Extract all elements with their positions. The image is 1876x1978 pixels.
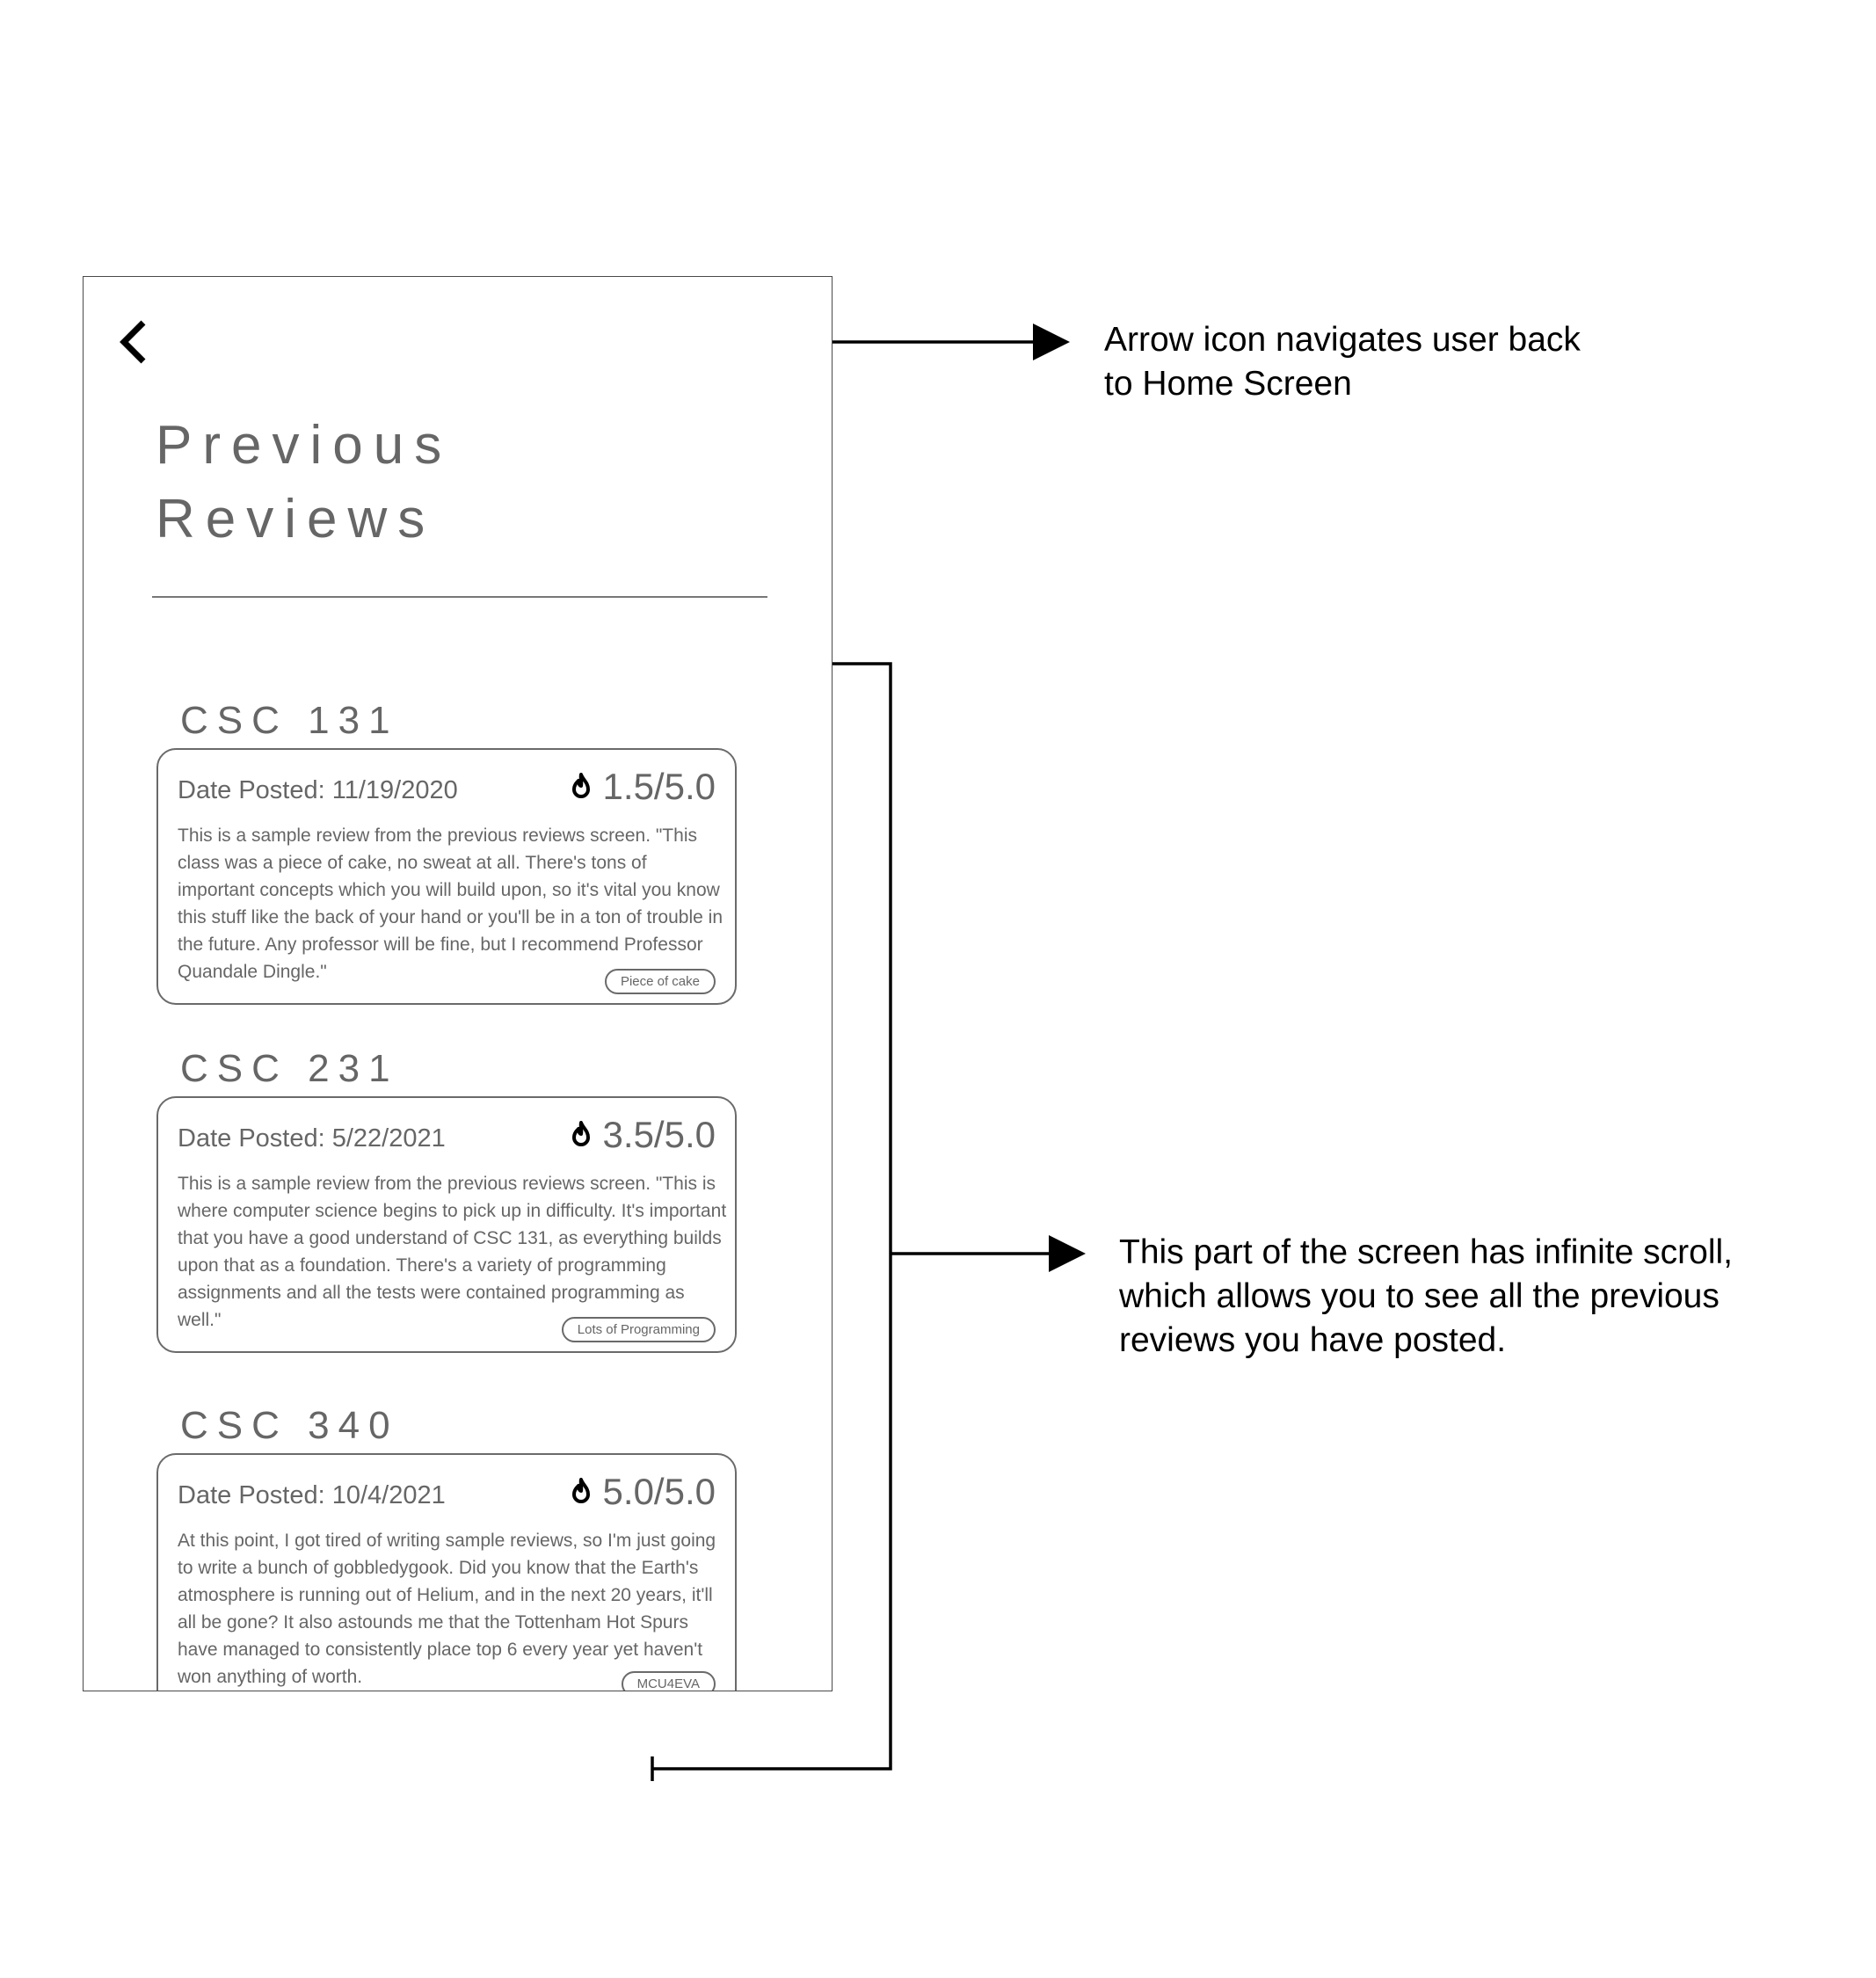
course-heading: CSC 231	[180, 1047, 399, 1090]
review-tag[interactable]: MCU4EVA	[621, 1671, 716, 1691]
rating: 1.5/5.0	[570, 766, 716, 808]
flame-icon	[571, 773, 590, 798]
rating: 3.5/5.0	[570, 1114, 716, 1156]
flame-icon	[571, 1478, 590, 1503]
rating-value: 3.5/5.0	[602, 1114, 716, 1155]
phone-screen: Previous Reviews CSC 131 Date Posted: 11…	[83, 276, 833, 1691]
chevron-left-icon[interactable]	[119, 317, 149, 367]
review-tag[interactable]: Piece of cake	[604, 969, 716, 994]
rating: 5.0/5.0	[570, 1471, 716, 1513]
date-posted: Date Posted: 11/19/2020	[178, 776, 458, 804]
review-tag[interactable]: Lots of Programming	[561, 1317, 716, 1342]
date-posted: Date Posted: 10/4/2021	[178, 1481, 446, 1509]
page-title: Previous Reviews	[156, 409, 452, 556]
review-card[interactable]: Date Posted: 5/22/2021 3.5/5.0 This is a…	[156, 1096, 737, 1353]
annotation-back-arrow: Arrow icon navigates user back to Home S…	[1104, 321, 1581, 403]
date-posted: Date Posted: 5/22/2021	[178, 1124, 446, 1153]
course-heading: CSC 340	[180, 1404, 399, 1447]
page-title-line2: Reviews	[156, 489, 436, 549]
flame-icon	[571, 1121, 590, 1146]
course-heading: CSC 131	[180, 699, 399, 742]
review-card[interactable]: Date Posted: 11/19/2020 1.5/5.0 This is …	[156, 748, 737, 1005]
review-text: This is a sample review from the previou…	[178, 825, 723, 982]
page-title-line1: Previous	[156, 415, 453, 476]
annotation-infinite-scroll: This part of the screen has infinite scr…	[1119, 1233, 1733, 1359]
rating-value: 5.0/5.0	[602, 1471, 716, 1512]
review-text: This is a sample review from the previou…	[178, 1174, 727, 1330]
review-text: At this point, I got tired of writing sa…	[178, 1531, 716, 1687]
rating-value: 1.5/5.0	[602, 766, 716, 807]
title-divider	[152, 596, 767, 598]
review-card[interactable]: Date Posted: 10/4/2021 5.0/5.0 At this p…	[156, 1453, 737, 1691]
